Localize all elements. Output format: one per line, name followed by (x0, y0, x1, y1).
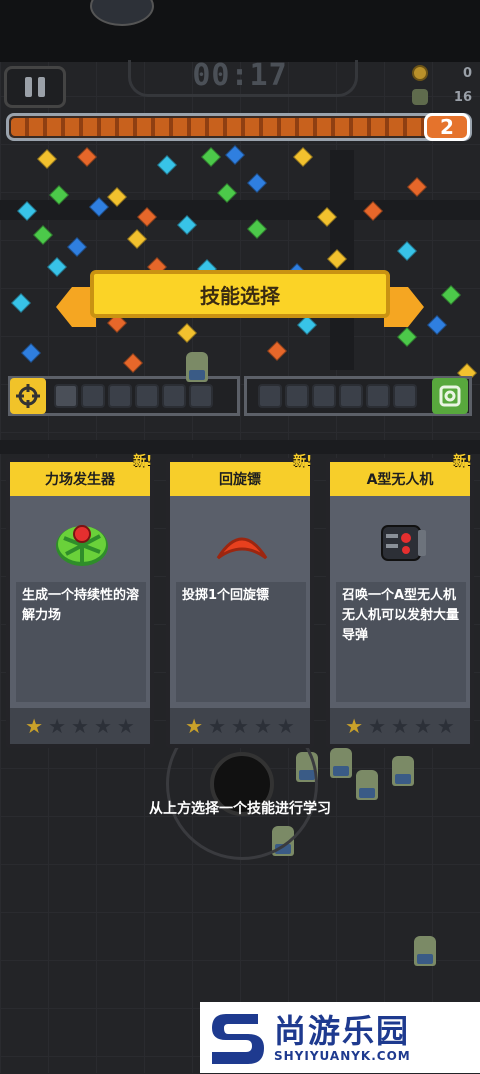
new-badge: 新! (453, 454, 472, 469)
zombie (414, 936, 436, 966)
passive-slot (312, 384, 336, 408)
weapon-slot-knife (54, 384, 78, 408)
force-field-icon (56, 525, 108, 566)
watermark-url: SHYIYUANYK.COM (274, 1048, 411, 1063)
star-empty-icon: ★ (48, 714, 67, 738)
skill-card-boomerang[interactable]: 回旋镖 新! 投掷1个回旋镖 ★ ★ ★ ★ ★ (166, 454, 314, 748)
drone-icon (381, 525, 426, 561)
skill-card-stars: ★ ★ ★ ★ ★ (10, 708, 150, 744)
skill-card-description: 投掷1个回旋镖 (176, 582, 306, 702)
watermark-logo-icon (206, 1006, 270, 1070)
passive-slot (339, 384, 363, 408)
passive-slot (393, 384, 417, 408)
boomerang-icon (216, 537, 268, 560)
weapon-slot (135, 384, 159, 408)
pause-button[interactable] (4, 66, 66, 108)
star-empty-icon: ★ (368, 714, 387, 738)
level-badge: 2 (424, 113, 470, 141)
kill-counter: 16 (412, 88, 472, 106)
selection-hint: 从上方选择一个技能进行学习 (149, 801, 331, 817)
star-empty-icon: ★ (276, 714, 295, 738)
passive-slot (285, 384, 309, 408)
new-badge: 新! (133, 454, 152, 469)
skill-card-description: 召唤一个A型无人机 无人机可以发射大量导弹 (336, 582, 466, 702)
zombie (392, 756, 414, 786)
coin-icon (412, 65, 428, 81)
skill-card-stars: ★ ★ ★ ★ ★ (330, 708, 470, 744)
star-empty-icon: ★ (93, 714, 112, 738)
skill-select-banner: 技能选择 (90, 270, 390, 318)
weapon-slot (108, 384, 132, 408)
pause-icon (25, 77, 32, 97)
skill-card-title: A型无人机 (330, 462, 470, 496)
gear-component-icon (432, 378, 468, 414)
zombie (186, 352, 208, 382)
star-empty-icon: ★ (231, 714, 249, 738)
star-empty-icon: ★ (208, 714, 227, 738)
zombie-kill-icon (412, 89, 428, 105)
crosshair-icon (10, 378, 46, 414)
top-bar (0, 0, 480, 62)
weapon-slot (189, 384, 213, 408)
xp-progress-fill (11, 118, 439, 136)
skill-card-description: 生成一个持续性的溶解力场 (16, 582, 146, 702)
xp-progress-bar (6, 113, 472, 141)
weapon-slot (162, 384, 186, 408)
star-empty-icon: ★ (436, 714, 455, 738)
watermark: 尚游乐园 SHYIYUANYK.COM (200, 1002, 480, 1073)
watermark-text: 尚游乐园 (274, 1011, 411, 1050)
passive-slot (258, 384, 282, 408)
skill-card-title: 力场发生器 (10, 462, 150, 496)
passive-slot (366, 384, 390, 408)
skill-card-title: 回旋镖 (170, 462, 310, 496)
star-empty-icon: ★ (413, 714, 432, 738)
star-filled-icon: ★ (25, 714, 44, 738)
weapon-slot (81, 384, 105, 408)
new-badge: 新! (293, 454, 312, 469)
coin-count: 0 (462, 65, 472, 81)
star-filled-icon: ★ (345, 714, 364, 738)
star-empty-icon: ★ (71, 714, 89, 738)
zombie (330, 748, 352, 778)
kill-count: 16 (453, 89, 472, 105)
map-road (0, 200, 480, 220)
game-timer: 00:17 (192, 58, 288, 93)
skill-card-force-field[interactable]: 力场发生器 新! 生成一个持续性的溶解力场 ★ ★ ★ ★ ★ (6, 454, 154, 748)
star-empty-icon: ★ (253, 714, 272, 738)
star-empty-icon: ★ (391, 714, 409, 738)
skill-card-drone[interactable]: A型无人机 新! 召唤一个A型无人机 无人机可以发射大量导弹 ★ ★ ★ ★ ★ (326, 454, 474, 748)
star-filled-icon: ★ (185, 714, 204, 738)
star-empty-icon: ★ (116, 714, 135, 738)
coin-counter: 0 (412, 64, 472, 82)
zombie (356, 770, 378, 800)
map-road (0, 440, 480, 454)
skill-card-stars: ★ ★ ★ ★ ★ (170, 708, 310, 744)
